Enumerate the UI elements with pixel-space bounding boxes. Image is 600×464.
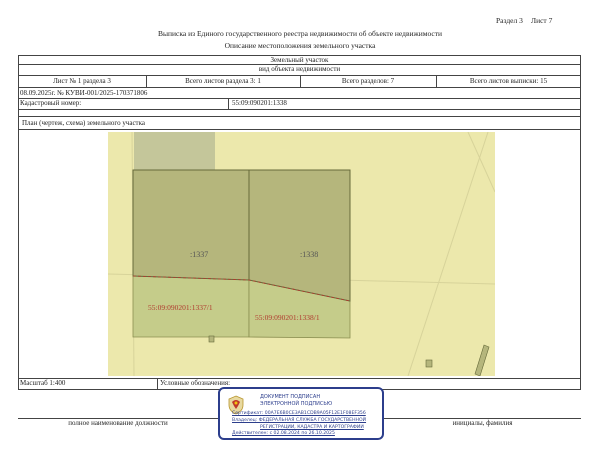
- parcel-label-1337: :1337: [190, 250, 208, 259]
- document-title: Выписка из Единого государственного реес…: [157, 29, 443, 38]
- parcel-1337: [132, 169, 250, 281]
- sheet-label: Лист 7: [531, 16, 553, 25]
- initials-label: инициалы, фамилия: [452, 419, 513, 427]
- total-sheets: Всего листов выписки: 15: [469, 77, 548, 85]
- total-sections: Всего разделов: 7: [341, 77, 395, 85]
- cadastral-label: Кадастровый номер:: [20, 99, 82, 107]
- record-date-number: 08.09.2025г. № КУВИ-001/2025-170371806: [20, 89, 148, 97]
- stamp-owner: Владелец: ФЕДЕРАЛЬНАЯ СЛУЖБА ГОСУДАРСТВЕ…: [232, 418, 367, 423]
- document-subtitle: Описание местоположения земельного участ…: [224, 41, 376, 50]
- sheet-of-section: Лист № 1 раздела 3: [53, 77, 111, 85]
- plan-caption: План (чертеж, схема) земельного участка: [22, 119, 146, 127]
- cadastral-value: 55:09:090201:1338: [232, 99, 287, 107]
- building-marker: [425, 359, 433, 368]
- legend-label: Условные обозначения:: [160, 379, 231, 387]
- position-label: полное наименование должности: [68, 419, 168, 427]
- parcel-full-label-1338: 55:09:090201:1338/1: [255, 313, 320, 322]
- neighbor-strip: [134, 132, 215, 170]
- stamp-line1: ДОКУМЕНТ ПОДПИСАН: [260, 394, 321, 400]
- scale-label: Масштаб 1:400: [20, 379, 66, 387]
- parcel-plan-map: :1337 :1338 55:09:090201:1337/1 55:09:09…: [108, 132, 495, 376]
- parcel-1338: [248, 169, 351, 302]
- object-type-caption: вид объекта недвижимости: [258, 65, 341, 73]
- stamp-valid: Действителен: с 02.08.2024 по 26.10.2025: [232, 431, 335, 436]
- parcel-label-1338: :1338: [300, 250, 318, 259]
- stamp-cert: Сертификат: 00A7E6B0CE3AB1CDB9A05F12E1F0…: [232, 411, 366, 416]
- building-marker: [208, 335, 215, 343]
- parcel-full-label-1337: 55:09:090201:1337/1: [148, 303, 213, 312]
- stamp-line2: ЭЛЕКТРОННОЙ ПОДПИСЬЮ: [260, 401, 333, 407]
- sheets-in-section: Всего листов раздела 3: 1: [185, 77, 261, 85]
- digital-signature-stamp: ДОКУМЕНТ ПОДПИСАН ЭЛЕКТРОННОЙ ПОДПИСЬЮ С…: [218, 387, 384, 440]
- section-label: Раздел 3: [496, 16, 523, 25]
